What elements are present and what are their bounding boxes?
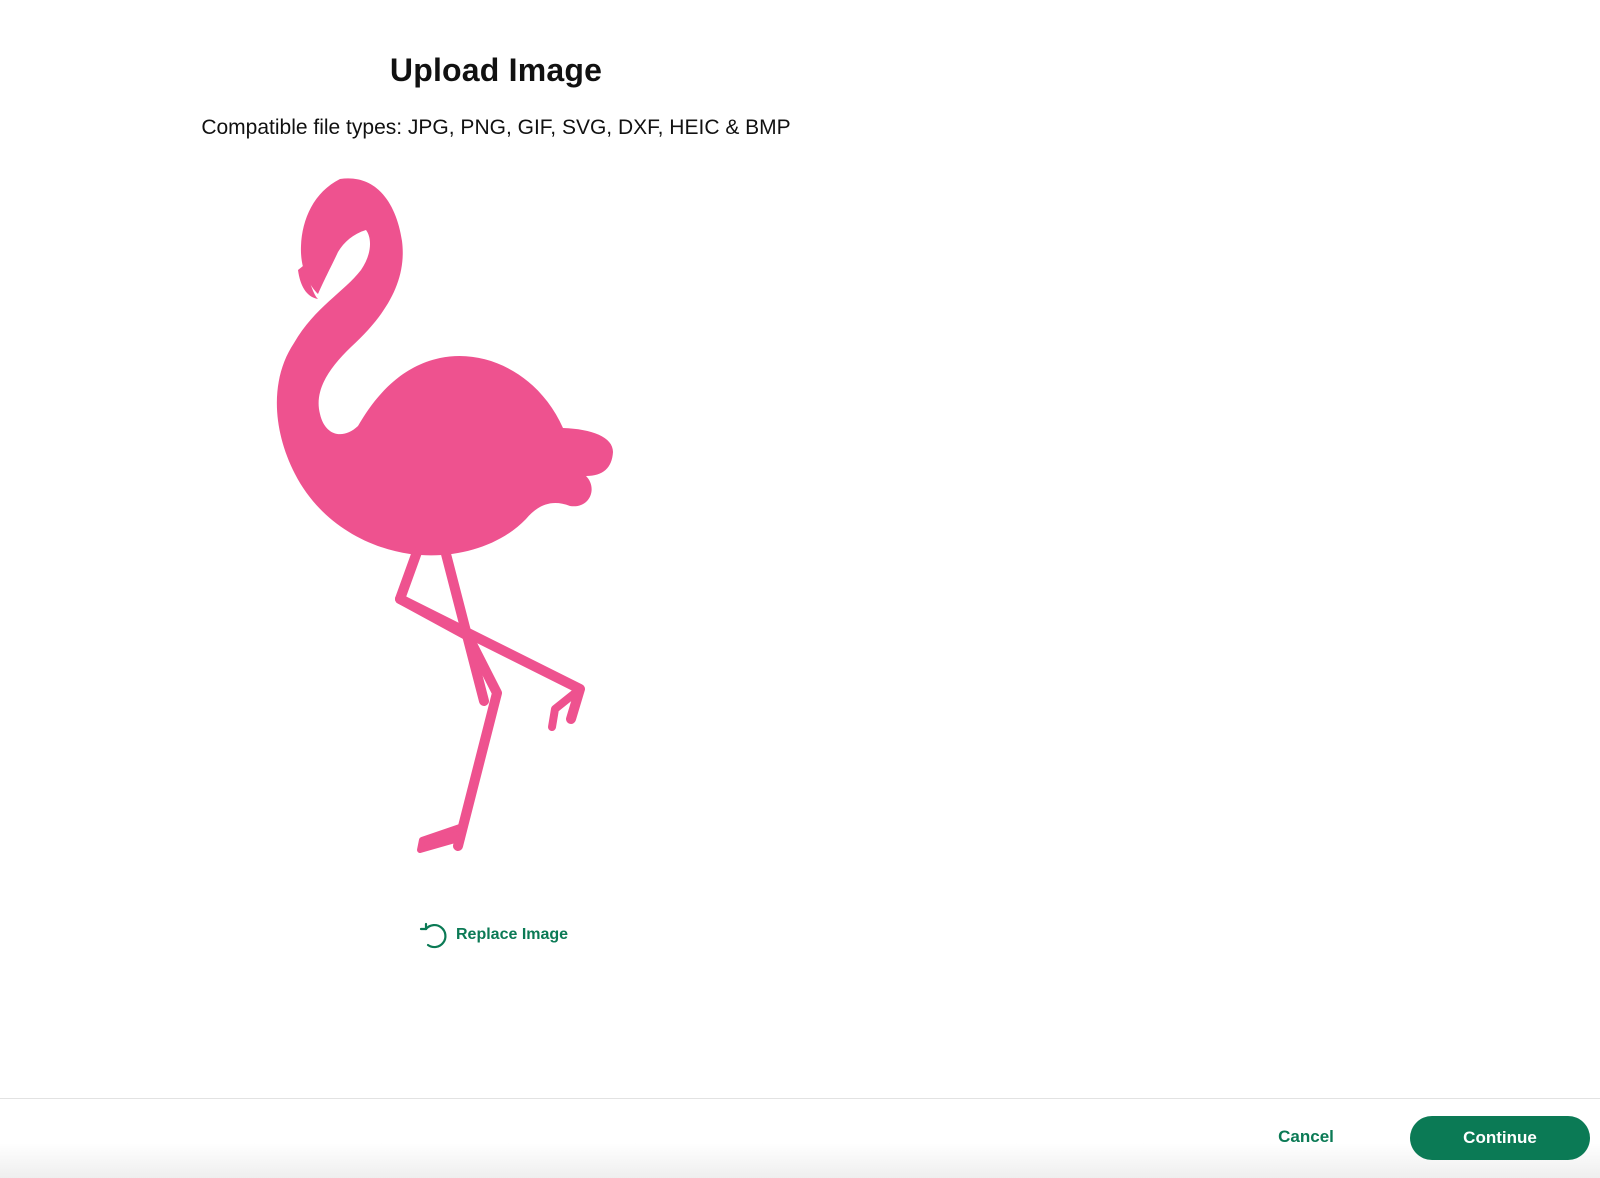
dialog-content: Upload Image Compatible file types: JPG,… [0,0,1000,1000]
upload-image-dialog: Upload Image Compatible file types: JPG,… [0,0,1600,1178]
replace-image-button[interactable]: Replace Image [418,920,568,950]
flamingo-image [276,178,613,853]
cancel-button[interactable]: Cancel [1250,1116,1362,1158]
continue-button[interactable]: Continue [1410,1116,1590,1160]
dialog-footer: Cancel Continue [0,1098,1600,1178]
image-preview [270,174,640,864]
replace-image-label: Replace Image [456,926,569,943]
replace-icon [418,920,448,950]
compatible-file-types: Compatible file types: JPG, PNG, GIF, SV… [201,116,791,139]
page-title: Upload Image [389,52,603,88]
